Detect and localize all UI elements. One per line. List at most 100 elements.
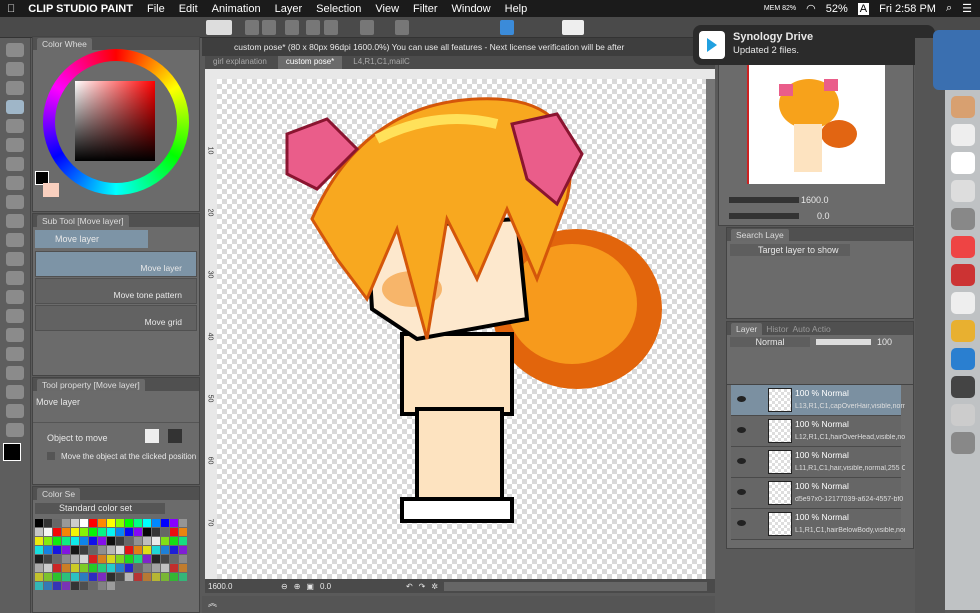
dock-dictionary-icon[interactable] [950,264,975,286]
horizontal-scrollbar[interactable] [444,581,707,591]
dock-finder-icon[interactable] [933,30,980,90]
color-swatch[interactable] [161,528,169,536]
color-swatch[interactable] [89,537,97,545]
color-swatch[interactable] [98,555,106,563]
color-swatch[interactable] [71,582,79,590]
tool-property-tab[interactable]: Tool property [Move layer] [37,378,145,391]
color-swatch[interactable] [179,573,187,581]
tab-auto-action[interactable]: Auto Actio [792,324,830,334]
tab-history[interactable]: Histor [766,324,788,334]
color-swatch[interactable] [170,564,178,572]
color-swatch[interactable] [125,528,133,536]
dock-app-icon[interactable] [950,376,975,398]
zoom-in-icon[interactable]: ⊕ [294,582,301,591]
angle-slider[interactable] [729,213,799,219]
color-swatch[interactable] [107,555,115,563]
color-swatch[interactable] [170,573,178,581]
sub-tool-tab[interactable]: Sub Tool [Move layer] [37,214,129,227]
layer-row[interactable]: 100 % Normal L12,R1,C1,hairOverHead,visib… [731,416,905,447]
hand-tool-icon[interactable] [6,62,24,76]
airbrush-tool-icon[interactable] [6,214,24,228]
color-swatch[interactable] [125,573,133,581]
tab-l4[interactable]: L4,R1,C1,mailC [345,56,417,69]
eye-icon[interactable] [737,396,746,402]
color-swatch[interactable] [71,573,79,581]
color-wheel-tab[interactable]: Color Whee [37,37,92,50]
tab-girl-explanation[interactable]: girl explanation [205,56,275,69]
color-swatch[interactable] [80,537,88,545]
ruler-snap-icon[interactable] [500,20,514,35]
timeline-collapsed[interactable]: ︽ [202,596,715,613]
color-swatch[interactable] [44,582,52,590]
color-swatch[interactable] [89,519,97,527]
saturation-value-square[interactable] [75,81,155,161]
decoration-tool-icon[interactable] [6,233,24,247]
sub-tool-move-tone-pattern[interactable]: Move tone pattern [35,278,197,304]
color-swatch[interactable] [62,519,70,527]
color-swatch[interactable] [143,546,151,554]
color-swatch[interactable] [107,519,115,527]
color-swatch[interactable] [170,528,178,536]
color-swatch[interactable] [116,528,124,536]
color-swatch[interactable] [35,528,43,536]
color-swatch[interactable] [179,519,187,527]
color-swatch[interactable] [62,573,70,581]
color-swatch[interactable] [179,564,187,572]
color-swatch[interactable] [62,546,70,554]
auto-select-icon[interactable] [6,138,24,152]
tab-layer[interactable]: Layer [731,322,763,335]
color-swatch[interactable] [80,555,88,563]
color-swatch[interactable] [116,519,124,527]
fit-icon[interactable]: ▣ [306,582,314,591]
redo-icon[interactable] [324,20,338,35]
color-swatch[interactable] [98,573,106,581]
eyedropper-tool-icon[interactable] [6,81,24,95]
color-swatch[interactable] [35,546,43,554]
menu-window[interactable]: Window [445,3,498,15]
color-swatch[interactable] [44,528,52,536]
angle-value[interactable]: 0.0 [320,582,400,591]
target-layer-select[interactable]: Target layer to show [730,244,850,256]
new-icon[interactable] [245,20,259,35]
color-swatch[interactable] [44,546,52,554]
color-swatch[interactable] [53,582,61,590]
color-swatch[interactable] [179,555,187,563]
color-swatch[interactable] [170,546,178,554]
color-swatch[interactable] [152,573,160,581]
navigator-zoom[interactable]: 1600.0 [801,195,829,205]
color-swatch[interactable] [143,528,151,536]
eye-icon[interactable] [737,427,746,433]
color-swatch[interactable] [35,537,43,545]
color-swatch[interactable] [107,537,115,545]
color-swatch[interactable] [161,546,169,554]
color-swatch[interactable] [98,582,106,590]
input-source[interactable]: A [857,2,870,15]
layer-row[interactable]: 100 % Normal L1,R1,C1,hairBelowBody,visib… [731,509,905,540]
color-swatch[interactable] [134,519,142,527]
color-set-tab[interactable]: Color Se [37,487,81,500]
color-swatch[interactable] [71,537,79,545]
color-swatch[interactable] [71,546,79,554]
color-swatch[interactable] [143,564,151,572]
color-swatch[interactable] [152,564,160,572]
menu-view[interactable]: View [368,3,406,15]
hue-ring[interactable] [43,49,189,195]
blend-mode-select[interactable]: Normal [730,337,810,347]
color-swatch[interactable] [152,528,160,536]
eye-icon[interactable] [737,489,746,495]
color-swatch[interactable] [89,546,97,554]
help-icon[interactable] [562,20,584,35]
color-swatch[interactable] [161,555,169,563]
color-swatch[interactable] [53,528,61,536]
tab-custom-pose[interactable]: custom pose* [277,56,343,69]
color-swatch[interactable] [80,582,88,590]
move-tool-icon[interactable] [6,100,24,114]
notification[interactable]: Synology Drive Updated 2 files. [693,25,935,65]
color-swatch[interactable] [98,564,106,572]
clear-selection-icon[interactable] [360,20,374,35]
color-swatch[interactable] [125,564,133,572]
color-swatch[interactable] [98,519,106,527]
frame-tool-icon[interactable] [6,347,24,361]
color-swatch[interactable] [143,537,151,545]
color-swatch[interactable] [152,519,160,527]
